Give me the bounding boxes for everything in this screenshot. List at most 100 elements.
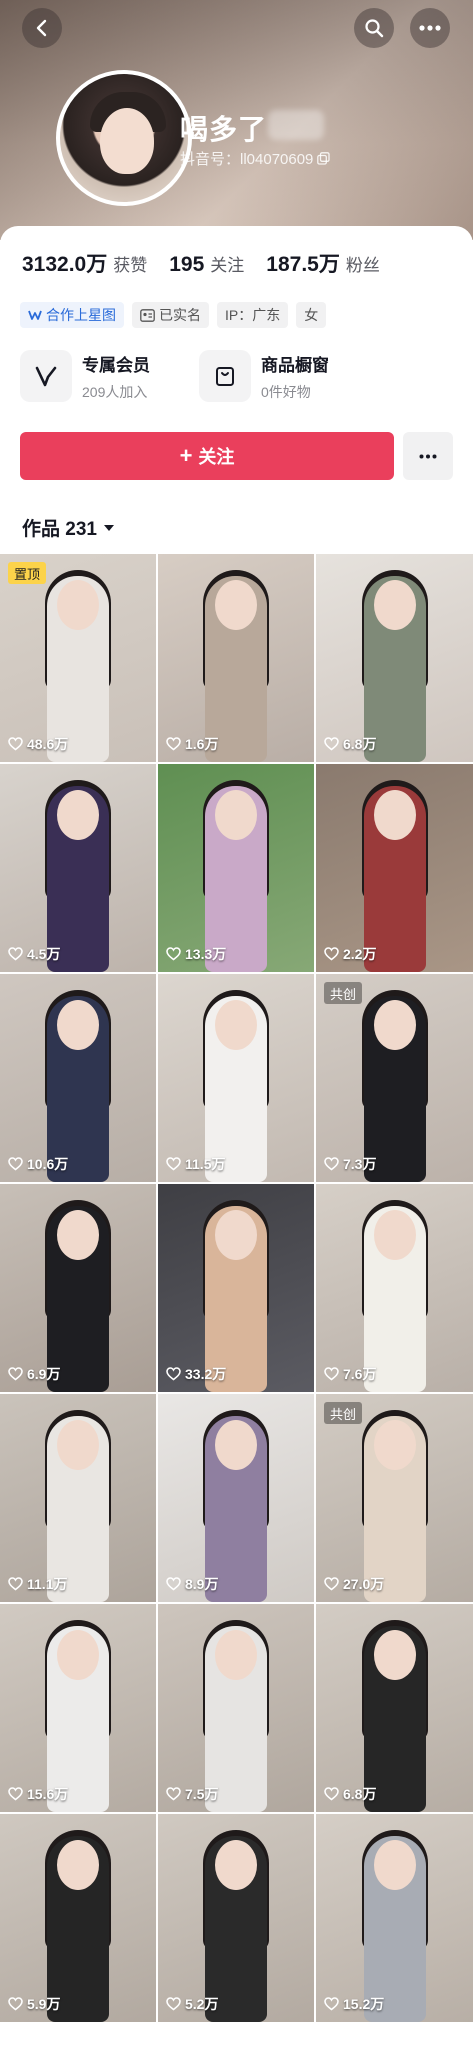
video-thumbnail[interactable]: 5.9万	[0, 1814, 156, 2022]
video-likes-count: 4.5万	[27, 946, 61, 962]
vip-title: 专属会员	[82, 355, 150, 375]
video-thumbnail[interactable]: 15.6万	[0, 1604, 156, 1812]
heart-icon	[8, 1577, 23, 1591]
more-actions-button[interactable]	[403, 432, 453, 480]
video-thumbnail[interactable]: 共创 7.3万	[316, 974, 473, 1182]
video-likes-count: 1.6万	[185, 736, 219, 752]
video-thumbnail[interactable]: 6.8万	[316, 554, 473, 762]
thumbnail-face	[57, 1420, 99, 1470]
video-thumbnail[interactable]: 1.6万	[158, 554, 314, 762]
video-likes: 15.6万	[8, 1784, 68, 1804]
search-icon	[365, 19, 384, 38]
video-likes-count: 6.9万	[27, 1366, 61, 1382]
star-map-icon	[28, 310, 42, 320]
video-thumbnail[interactable]: 7.6万	[316, 1184, 473, 1392]
video-thumbnail[interactable]: 2.2万	[316, 764, 473, 972]
video-thumbnail[interactable]: 5.2万	[158, 1814, 314, 2022]
following-count[interactable]: 195	[169, 253, 204, 277]
video-thumbnail[interactable]: 6.8万	[316, 1604, 473, 1812]
video-likes-count: 11.1万	[27, 1576, 68, 1592]
video-thumbnail[interactable]: 6.9万	[0, 1184, 156, 1392]
video-likes-count: 5.2万	[185, 1996, 219, 2012]
thumbnail-face	[373, 1630, 416, 1680]
tag-label: 女	[304, 307, 319, 323]
avatar[interactable]	[56, 70, 192, 206]
video-likes-count: 2.2万	[343, 946, 377, 962]
douyin-id[interactable]: 抖音号：ll04070609	[180, 148, 331, 169]
back-button[interactable]	[22, 8, 62, 48]
profile-nickname: 喝多了	[180, 114, 268, 145]
video-thumbnail[interactable]: 7.5万	[158, 1604, 314, 1812]
video-likes: 10.6万	[8, 1154, 68, 1174]
heart-icon	[324, 1367, 339, 1381]
followers-count[interactable]: 187.5万	[266, 248, 340, 278]
video-thumbnail[interactable]: 15.2万	[316, 1814, 473, 2022]
plus-icon: +	[179, 443, 193, 468]
video-likes: 1.6万	[166, 734, 218, 754]
more-dots-icon	[419, 25, 441, 31]
thumbnail-face	[215, 790, 257, 840]
thumbnail-face	[215, 580, 257, 630]
collab-badge: 共创	[324, 1402, 363, 1424]
thumbnail-face	[57, 580, 99, 630]
video-likes-count: 10.6万	[27, 1156, 69, 1172]
thumbnail-face	[57, 790, 99, 840]
following-label: 关注	[210, 256, 245, 275]
pinned-badge: 置顶	[8, 562, 47, 584]
video-likes: 11.1万	[8, 1574, 67, 1594]
video-likes: 6.8万	[324, 1784, 376, 1804]
video-likes-count: 7.6万	[343, 1366, 377, 1382]
video-thumbnail[interactable]: 4.5万	[0, 764, 156, 972]
likes-label: 获赞	[113, 256, 148, 275]
video-likes: 4.5万	[8, 944, 60, 964]
more-options-button[interactable]	[410, 8, 450, 48]
video-thumbnail[interactable]: 11.1万	[0, 1394, 156, 1602]
thumbnail-face	[57, 1630, 99, 1680]
vip-icon-box	[20, 350, 72, 402]
heart-icon	[324, 1577, 339, 1591]
heart-icon	[324, 1157, 339, 1171]
video-likes: 7.3万	[324, 1154, 376, 1174]
followers-label: 粉丝	[345, 256, 380, 275]
heart-icon	[166, 1997, 181, 2011]
profile-tags: 合作上星图 已实名 IP：广东 女	[20, 302, 327, 328]
shop-window-entry[interactable]: 商品橱窗 0件好物	[199, 350, 329, 402]
profile-stats: 3132.0万 获赞 195 关注 187.5万 粉丝	[22, 248, 402, 278]
video-grid: 置顶 48.6万 1.6万 6.8万 4.5万 13.3万 2.2万 10.6万 11.5万 共创…	[0, 554, 473, 2022]
video-thumbnail[interactable]: 置顶 48.6万	[0, 554, 156, 762]
works-tab[interactable]: 作品 231	[22, 514, 115, 541]
video-likes: 13.3万	[166, 944, 226, 964]
heart-icon	[166, 1367, 181, 1381]
thumbnail-face	[373, 790, 416, 840]
tag-label: 已实名	[159, 307, 201, 323]
shop-icon	[216, 367, 234, 386]
search-button[interactable]	[354, 8, 394, 48]
thumbnail-face	[373, 580, 416, 630]
video-likes: 7.5万	[166, 1784, 218, 1804]
video-likes-count: 33.2万	[185, 1366, 227, 1382]
video-thumbnail[interactable]: 共创 27.0万	[316, 1394, 473, 1602]
video-thumbnail[interactable]: 8.9万	[158, 1394, 314, 1602]
copy-icon[interactable]	[317, 152, 331, 165]
video-likes: 33.2万	[166, 1364, 226, 1384]
video-thumbnail[interactable]: 33.2万	[158, 1184, 314, 1392]
video-thumbnail[interactable]: 13.3万	[158, 764, 314, 972]
collab-badge: 共创	[324, 982, 363, 1004]
video-thumbnail[interactable]: 10.6万	[0, 974, 156, 1182]
video-likes-count: 13.3万	[185, 946, 227, 962]
heart-icon	[324, 947, 339, 961]
vip-subtitle: 209人加入	[82, 383, 148, 400]
video-thumbnail[interactable]: 11.5万	[158, 974, 314, 1182]
vip-membership-entry[interactable]: 专属会员 209人加入	[20, 350, 150, 402]
video-likes: 5.9万	[8, 1994, 60, 2014]
tag-verified[interactable]: 已实名	[132, 302, 209, 328]
thumbnail-face	[215, 1840, 257, 1890]
likes-count[interactable]: 3132.0万	[22, 248, 107, 278]
tag-star-map[interactable]: 合作上星图	[20, 302, 124, 328]
follow-button[interactable]: + 关注	[20, 432, 394, 480]
tag-label: 合作上星图	[46, 307, 116, 323]
thumbnail-face	[215, 1420, 257, 1470]
avatar-face	[100, 108, 154, 174]
follow-label: 关注	[198, 447, 235, 467]
tag-label: IP：广东	[225, 307, 281, 323]
